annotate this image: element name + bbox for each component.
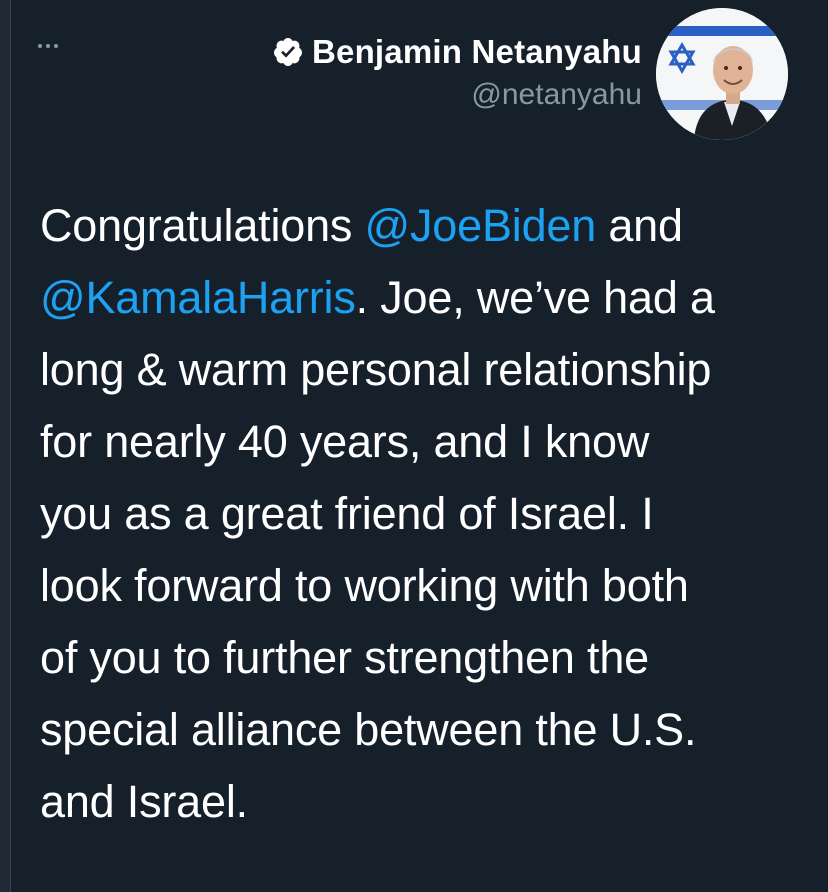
tweet-text-segment: for nearly 40 years, and I know: [40, 416, 650, 467]
tweet-text-line: and Israel.: [40, 766, 800, 838]
tweet-text-line: long & warm personal relationship: [40, 334, 800, 406]
tweet-text: Congratulations @JoeBiden and @KamalaHarr…: [40, 190, 800, 838]
tweet-header: Benjamin Netanyahu @netanyahu: [272, 30, 642, 112]
author-name-row[interactable]: Benjamin Netanyahu: [272, 30, 642, 74]
more-options-button[interactable]: [38, 36, 78, 56]
tweet-text-segment: and: [596, 200, 683, 251]
tweet-text-segment: of you to further strengthen the: [40, 632, 649, 683]
author-display-name[interactable]: Benjamin Netanyahu: [312, 33, 642, 71]
tweet-text-line: @KamalaHarris. Joe, we’ve had a: [40, 262, 800, 334]
tweet-text-line: you as a great friend of Israel. I: [40, 478, 800, 550]
tweet-text-line: look forward to working with both: [40, 550, 800, 622]
tweet-text-line: of you to further strengthen the: [40, 622, 800, 694]
mention-link[interactable]: @KamalaHarris: [40, 272, 356, 323]
tweet-text-line: Congratulations @JoeBiden and: [40, 190, 800, 262]
profile-photo-icon: [656, 8, 788, 140]
mention-link[interactable]: @JoeBiden: [365, 200, 597, 251]
tweet-text-segment: Congratulations: [40, 200, 365, 251]
author-handle[interactable]: @netanyahu: [272, 78, 642, 112]
more-dot: [54, 44, 58, 48]
avatar[interactable]: [656, 8, 788, 140]
more-horizontal-icon: [38, 44, 42, 48]
verified-badge-icon: [272, 36, 304, 68]
tweet-text-segment: special alliance between the U.S.: [40, 704, 697, 755]
tweet-text-segment: and Israel.: [40, 776, 248, 827]
more-dot: [46, 44, 50, 48]
tweet-text-segment: . Joe, we’ve had a: [355, 272, 715, 323]
tweet-text-line: special alliance between the U.S.: [40, 694, 800, 766]
tweet-text-segment: look forward to working with both: [40, 560, 689, 611]
tweet-text-segment: you as a great friend of Israel. I: [40, 488, 654, 539]
tweet-text-segment: long & warm personal relationship: [40, 344, 712, 395]
tweet-text-line: for nearly 40 years, and I know: [40, 406, 800, 478]
left-edge-border: [0, 0, 11, 892]
